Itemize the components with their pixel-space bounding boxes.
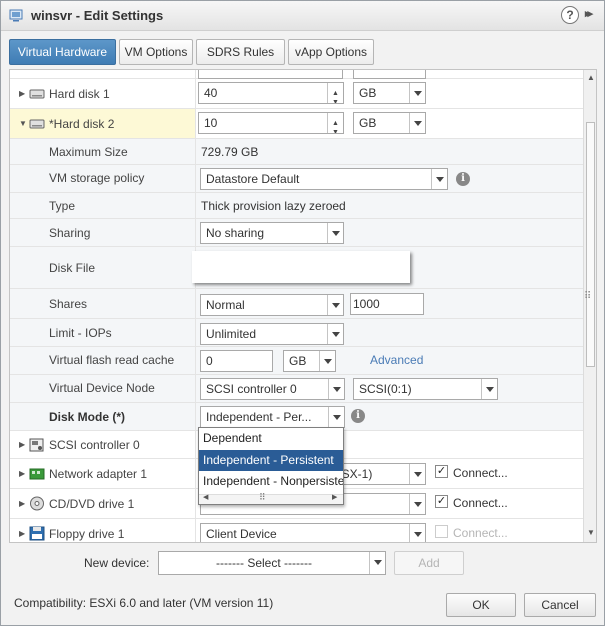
network-adapter-label: Network adapter 1 [49, 467, 148, 481]
cd-dvd-label: CD/DVD drive 1 [49, 497, 135, 511]
disk-mode-option-independent-nonpersistent[interactable]: Independent - Nonpersistent [199, 471, 343, 492]
expand-icon[interactable]: ▸▸ [585, 7, 593, 20]
limit-iops-select[interactable]: Unlimited [200, 323, 344, 345]
floppy-row[interactable]: ▶ Floppy drive 1 Client Device Connect..… [10, 519, 583, 542]
scsi-controller-select[interactable]: SCSI controller 0 [200, 378, 345, 400]
expand-triangle-icon[interactable]: ▶ [19, 469, 25, 478]
scrollbar-thumb[interactable] [586, 122, 595, 367]
sharing-row: Sharing No sharing [10, 219, 583, 247]
disk-file-value [192, 251, 410, 283]
type-row: Type Thick provision lazy zeroed [10, 193, 583, 219]
new-device-select[interactable]: ------- Select ------- [158, 551, 386, 575]
device-node-label: Virtual Device Node [49, 381, 155, 395]
limit-iops-label: Limit - IOPs [49, 326, 112, 340]
vertical-scrollbar[interactable]: ▲ ▼ [583, 70, 596, 542]
resize-grip-icon[interactable]: ⠿ [584, 291, 591, 302]
scroll-thumb-grip-icon[interactable]: ⠿ [259, 492, 266, 503]
hard-disk-icon [29, 119, 45, 129]
type-value: Thick provision lazy zeroed [201, 199, 346, 213]
flash-cache-unit-select[interactable]: GB [283, 350, 336, 372]
hard-disk-1-unit-select[interactable]: GB [353, 82, 426, 104]
tab-vapp-options[interactable]: vApp Options [288, 39, 374, 65]
scroll-up-icon[interactable]: ▲ [587, 73, 595, 82]
hard-disk-1-size-input[interactable]: 40 ▲ ▼ [198, 82, 344, 104]
hard-disk-1-label: Hard disk 1 [49, 87, 110, 101]
floppy-connect-label: Connect... [453, 526, 508, 540]
shares-label: Shares [49, 297, 88, 311]
floppy-disk-icon [29, 526, 45, 541]
partial-row [10, 70, 583, 79]
max-size-row: Maximum Size 729.79 GB [10, 139, 583, 165]
disk-mode-option-independent-persistent[interactable]: Independent - Persistent [199, 450, 343, 471]
scsi-controller-label: SCSI controller 0 [49, 438, 140, 452]
partial-unit-field [353, 70, 426, 79]
cd-dvd-icon [30, 496, 44, 511]
storage-policy-label: VM storage policy [49, 171, 145, 185]
scsi-controller-icon [29, 438, 44, 452]
edit-settings-dialog: winsvr - Edit Settings ? ▸▸ Virtual Hard… [0, 0, 605, 626]
hard-disk-icon [29, 89, 45, 99]
disk-file-label: Disk File [49, 261, 96, 275]
shares-row: Shares Normal 1000 [10, 289, 583, 319]
network-connect-label: Connect... [453, 466, 508, 480]
scsi-node-select[interactable]: SCSI(0:1) [353, 378, 498, 400]
disk-mode-option-dependent[interactable]: Dependent [199, 428, 343, 449]
info-icon[interactable]: i [456, 172, 470, 186]
title-bar[interactable]: winsvr - Edit Settings ? ▸▸ [1, 1, 604, 31]
hard-disk-2-label: *Hard disk 2 [49, 117, 115, 131]
shares-select[interactable]: Normal [200, 294, 344, 316]
scroll-left-icon[interactable]: ◀ [203, 493, 208, 501]
disk-mode-label: Disk Mode (*) [49, 410, 126, 424]
flash-cache-row: Virtual flash read cache 0 GB Advanced [10, 347, 583, 375]
network-adapter-icon [29, 468, 45, 480]
dialog-title: winsvr - Edit Settings [31, 8, 164, 23]
expand-triangle-icon[interactable]: ▶ [19, 499, 25, 508]
max-size-label: Maximum Size [49, 145, 128, 159]
max-size-value: 729.79 GB [201, 145, 259, 159]
floppy-connect-checkbox [435, 525, 448, 538]
vm-icon [9, 9, 23, 22]
floppy-label: Floppy drive 1 [49, 527, 125, 541]
partial-field [198, 70, 343, 79]
cancel-button[interactable]: Cancel [524, 593, 596, 617]
flash-cache-input[interactable]: 0 [200, 350, 273, 372]
hard-disk-2-size-input[interactable]: 10 ▲ ▼ [198, 112, 344, 134]
hard-disk-2-row[interactable]: ▼ *Hard disk 2 10 ▲ ▼ GB [10, 109, 583, 139]
add-button[interactable]: Add [394, 551, 464, 575]
info-icon[interactable]: i [351, 409, 365, 423]
expand-triangle-icon[interactable]: ▶ [19, 529, 25, 538]
help-icon[interactable]: ? [561, 6, 579, 24]
sharing-select[interactable]: No sharing [200, 222, 344, 244]
expand-triangle-icon[interactable]: ▶ [19, 440, 25, 449]
scroll-right-icon[interactable]: ▶ [332, 493, 337, 501]
tab-sdrs-rules[interactable]: SDRS Rules [196, 39, 285, 65]
compatibility-text: Compatibility: ESXi 6.0 and later (VM ve… [14, 596, 274, 610]
device-node-row: Virtual Device Node SCSI controller 0 SC… [10, 375, 583, 403]
scroll-down-icon[interactable]: ▼ [587, 528, 595, 537]
tab-virtual-hardware[interactable]: Virtual Hardware [9, 39, 116, 65]
shares-number-input[interactable]: 1000 [350, 293, 424, 315]
new-device-label: New device: [84, 556, 150, 570]
type-label: Type [49, 199, 76, 213]
disk-mode-dropdown[interactable]: Dependent Independent - Persistent Indep… [198, 427, 344, 505]
advanced-link[interactable]: Advanced [370, 353, 423, 367]
flash-cache-label: Virtual flash read cache [49, 353, 175, 367]
collapse-triangle-icon[interactable]: ▼ [19, 119, 27, 128]
storage-policy-row: VM storage policy Datastore Default i [10, 165, 583, 193]
ok-button[interactable]: OK [446, 593, 516, 617]
cd-dvd-connect-label: Connect... [453, 496, 508, 510]
disk-mode-select[interactable]: Independent - Per... [200, 406, 345, 428]
network-connect-checkbox[interactable]: ✓ [435, 465, 448, 478]
limit-iops-row: Limit - IOPs Unlimited [10, 319, 583, 347]
sharing-label: Sharing [49, 226, 91, 240]
floppy-select[interactable]: Client Device [200, 523, 426, 542]
dropdown-horizontal-scrollbar[interactable]: ◀ ⠿ ▶ [199, 492, 343, 504]
cd-dvd-connect-checkbox[interactable]: ✓ [435, 495, 448, 508]
hard-disk-2-unit-select[interactable]: GB [353, 112, 426, 134]
hard-disk-1-row[interactable]: ▶ Hard disk 1 40 ▲ ▼ GB [10, 79, 583, 109]
storage-policy-select[interactable]: Datastore Default [200, 168, 448, 190]
tab-vm-options[interactable]: VM Options [119, 39, 193, 65]
expand-triangle-icon[interactable]: ▶ [19, 89, 25, 98]
